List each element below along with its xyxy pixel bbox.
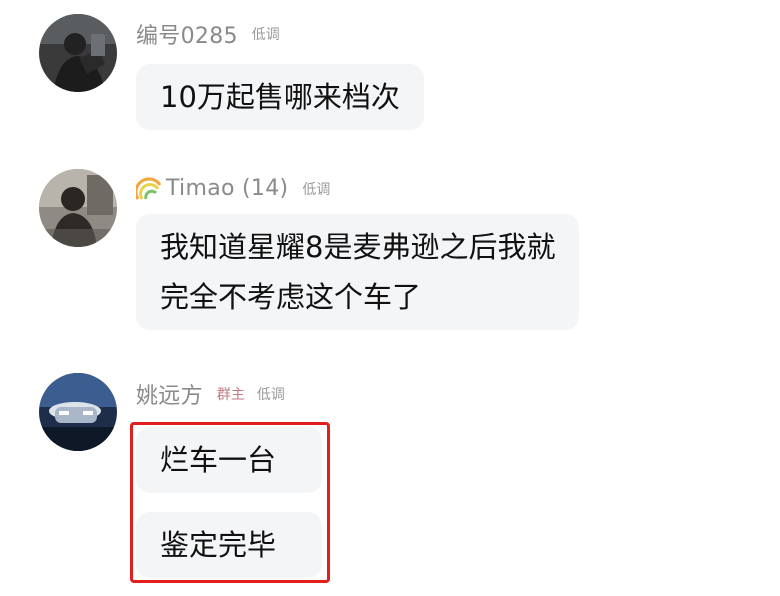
sender-name[interactable]: 编号0285 [136, 18, 238, 50]
message-text: 烂车一台 [160, 443, 277, 477]
sender-name[interactable]: Timao (14) [166, 176, 288, 201]
status-tag: 低调 [251, 27, 280, 43]
avatar-photo-icon [39, 14, 117, 92]
message-text: 我知道星耀8是麦弗逊之后我就 [160, 230, 556, 264]
sender-name[interactable]: 姚远方 [136, 378, 203, 410]
message-header: 姚远方 群主 低调 [136, 378, 285, 410]
message-text: 10万起售哪来档次 [160, 80, 400, 114]
chat-screen: 编号0285 低调 10万起售哪来档次 Timao (14) 低调 我知道星耀8… [0, 0, 780, 596]
message-bubble[interactable]: 10万起售哪来档次 [136, 64, 424, 130]
avatar-photo-icon [39, 169, 117, 247]
status-tag: 低调 [256, 387, 285, 403]
message-bubble[interactable]: 鉴定完毕 [136, 512, 322, 578]
group-owner-badge: 群主 [216, 387, 245, 403]
message-bubble[interactable]: 我知道星耀8是麦弗逊之后我就 完全不考虑这个车了 [136, 214, 580, 330]
avatar[interactable] [39, 14, 117, 92]
message-text: 鉴定完毕 [160, 528, 277, 562]
message-text: 完全不考虑这个车了 [160, 280, 422, 314]
message-bubble[interactable]: 烂车一台 [136, 427, 322, 493]
status-tag: 低调 [302, 181, 331, 198]
avatar[interactable] [39, 169, 117, 247]
rainbow-icon [134, 177, 162, 201]
avatar[interactable] [39, 373, 117, 451]
avatar-photo-icon [39, 373, 117, 451]
message-header: Timao (14) 低调 [134, 176, 331, 201]
message-header: 编号0285 低调 [136, 18, 280, 50]
